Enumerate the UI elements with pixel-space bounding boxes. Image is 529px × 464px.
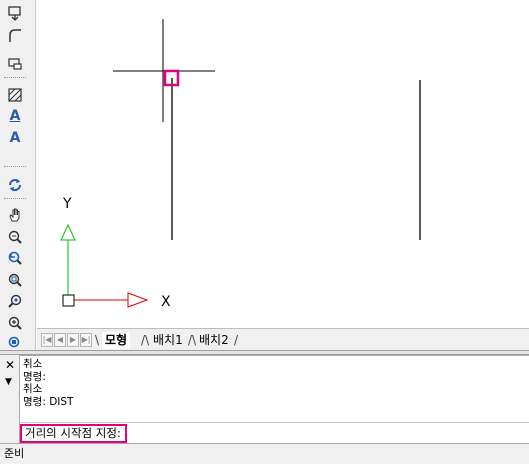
tab-layout1[interactable]: 배치1: [150, 332, 186, 349]
ucs-y-label: Y: [62, 196, 72, 212]
zoom-in-icon[interactable]: [5, 314, 25, 332]
status-bar: 준비: [0, 443, 529, 464]
zoom-realtime-icon[interactable]: [5, 228, 25, 246]
command-prompt: 거리의 시작점 지정:: [20, 424, 127, 443]
hatch-icon[interactable]: [5, 86, 25, 104]
close-icon[interactable]: ✕: [5, 359, 15, 371]
multiline-text-icon[interactable]: A: [5, 107, 25, 125]
command-line-input[interactable]: 거리의 시작점 지정:: [19, 422, 529, 443]
next-tab-button[interactable]: ▶: [67, 333, 79, 347]
draw-modify-toolbar: A A: [0, 0, 36, 352]
drawing-canvas[interactable]: Y X: [37, 0, 529, 328]
regen-icon[interactable]: [5, 176, 25, 194]
tab-model[interactable]: 모형: [102, 332, 131, 349]
zoom-dynamic-icon[interactable]: [5, 292, 25, 310]
layout-tabs-bar: |◀ ◀ ▶ ▶| \ 모형 /\ 배치1 /\ 배치2 /: [37, 328, 529, 350]
history-line: 명령:: [23, 370, 46, 383]
history-line: 명령: DIST: [23, 395, 74, 408]
insert-block-icon[interactable]: [5, 55, 25, 73]
single-line-text-icon[interactable]: A: [5, 129, 25, 147]
last-tab-button[interactable]: ▶|: [80, 333, 92, 347]
tab-layout2[interactable]: 배치2: [196, 332, 232, 349]
zoom-previous-icon[interactable]: [5, 249, 25, 267]
fillet-icon[interactable]: [5, 26, 25, 44]
zoom-window-icon[interactable]: [5, 271, 25, 289]
status-text: 준비: [4, 447, 25, 460]
dropdown-arrow-icon[interactable]: ▼: [5, 377, 12, 387]
history-line: 취소: [23, 383, 43, 395]
history-line: 취소: [23, 358, 43, 370]
crosshair-cursor: [113, 19, 215, 122]
first-tab-button[interactable]: |◀: [41, 333, 53, 347]
zoom-extents-icon[interactable]: [5, 334, 25, 350]
command-history: 취소 명령: 취소 명령: DIST: [19, 355, 529, 422]
pan-hand-icon[interactable]: [5, 206, 25, 224]
command-window-gutter: ✕ ▼: [0, 355, 19, 443]
ucs-x-label: X: [161, 294, 171, 310]
prev-tab-button[interactable]: ◀: [54, 333, 66, 347]
rectangle-arrow-icon[interactable]: [5, 4, 25, 22]
ucs-icon: [60, 223, 149, 308]
